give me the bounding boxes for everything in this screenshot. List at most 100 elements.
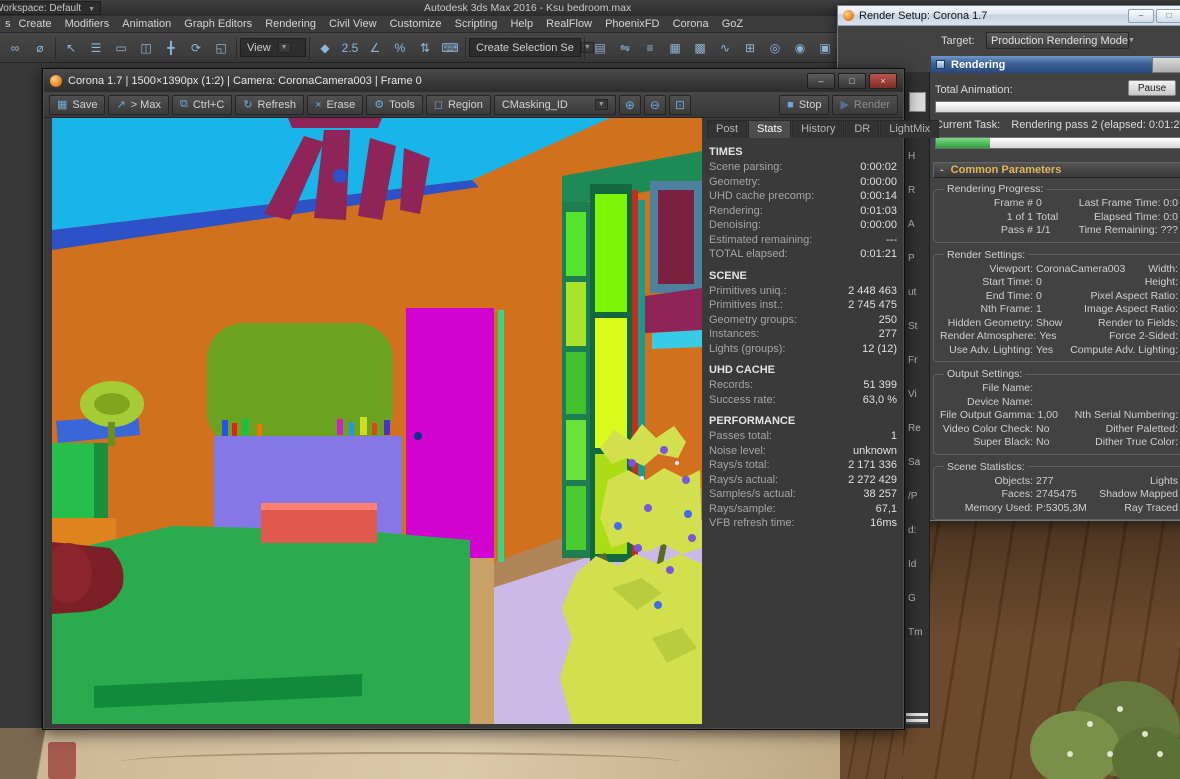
render-setup-titlebar[interactable]: Render Setup: Corona 1.7 – □ — [838, 6, 1180, 26]
minimize-button[interactable]: – — [1128, 8, 1154, 23]
render-button[interactable]: ▶ Render — [832, 94, 898, 115]
clipped-text-fragment: Re — [908, 423, 921, 434]
menu-item[interactable]: Civil View — [324, 18, 381, 30]
select-object-icon[interactable]: ↖ — [59, 36, 83, 60]
to-max-button[interactable]: ↗ > Max — [108, 94, 169, 115]
vfb-tab[interactable]: DR — [845, 120, 880, 138]
desktop: Workspace: Default ▼ Autodesk 3ds Max 201… — [0, 0, 1180, 779]
save-button[interactable]: ▦ Save — [49, 94, 106, 115]
setting-right-label: Height: — [1144, 276, 1178, 288]
stats-row: Rays/sample: 67,1 — [709, 502, 897, 517]
render-button-clipped[interactable] — [1152, 57, 1180, 73]
current-task-label: Current Task: — [935, 119, 1001, 131]
settings-group-title: Render Settings: — [947, 248, 1026, 261]
menu-item[interactable]: PhoenixFD — [600, 18, 664, 30]
material-editor-icon[interactable]: ◎ — [763, 36, 787, 60]
setting-right-label: Last Frame Time: 0:0 — [1078, 197, 1178, 209]
corona-logo-icon — [843, 10, 854, 21]
render-setup-icon[interactable]: ◉ — [788, 36, 812, 60]
minimize-button[interactable]: – — [807, 73, 835, 89]
spinner-snap-icon[interactable]: ⇅ — [413, 36, 437, 60]
zoom-fit-button[interactable]: ⊡ — [668, 94, 691, 115]
vfb-tab[interactable]: Post — [707, 120, 748, 138]
mirror-icon[interactable]: ⇋ — [613, 36, 637, 60]
target-dropdown[interactable]: Production Rendering Mode ▼ — [986, 32, 1135, 49]
select-by-name-icon[interactable]: ☰ — [84, 36, 108, 60]
edit-named-selections-icon[interactable]: ▤ — [588, 36, 612, 60]
total-animation-label: Total Animation: — [935, 84, 1013, 96]
menu-item[interactable]: Scripting — [450, 18, 503, 30]
menu-item[interactable]: Corona — [668, 18, 714, 30]
menu-item[interactable]: Modifiers — [60, 18, 115, 30]
percent-snap-icon[interactable]: % — [388, 36, 412, 60]
keyboard-override-icon[interactable]: ⌨ — [438, 36, 462, 60]
crossing-selection-icon[interactable]: ◫ — [134, 36, 158, 60]
chevron-down-icon: ▼ — [1127, 37, 1135, 44]
rendered-frame-icon[interactable]: ▣ — [813, 36, 837, 60]
viewport-left-edge — [0, 63, 42, 728]
collapse-icon: - — [940, 164, 944, 176]
vfb-titlebar[interactable]: Corona 1.7 | 1500×1390px (1:2) | Camera:… — [44, 70, 903, 92]
align-icon[interactable]: ≡ — [638, 36, 662, 60]
settings-row: Pass # 1/1 Time Remaining: ??? — [940, 224, 1178, 238]
menu-item[interactable]: Rendering — [260, 18, 321, 30]
layer-manager-icon[interactable]: ▦ — [663, 36, 687, 60]
render-channel-dropdown[interactable]: CMasking_ID ▼ — [493, 94, 616, 115]
zoom-out-button[interactable]: ⊖ — [643, 94, 666, 115]
menu-item[interactable]: GoZ — [717, 18, 748, 30]
stat-label: Samples/s actual: — [709, 488, 796, 500]
toolbar-separator — [236, 36, 237, 59]
select-and-rotate-icon[interactable]: ⟳ — [184, 36, 208, 60]
tools-button[interactable]: ⚙ Tools — [366, 94, 423, 115]
chevron-down-icon: ▼ — [88, 6, 96, 13]
render-canvas-image — [44, 118, 702, 725]
menu-item[interactable]: RealFlow — [541, 18, 597, 30]
stat-label: Rays/sample: — [709, 502, 776, 515]
erase-button[interactable]: × Erase — [307, 94, 364, 115]
vfb-tab[interactable]: Stats — [748, 120, 792, 138]
region-button[interactable]: ◻ Region — [425, 94, 491, 115]
refresh-button[interactable]: ↻ Refresh — [235, 94, 305, 115]
menu-item[interactable]: Animation — [117, 18, 176, 30]
maximize-button[interactable]: □ — [1156, 8, 1180, 23]
select-and-link-icon[interactable]: ∞ — [3, 36, 27, 60]
scrollbar-thumb[interactable] — [909, 92, 926, 112]
reference-coordinate-dropdown[interactable]: View ▼ — [240, 38, 306, 57]
render-canvas[interactable] — [44, 118, 702, 725]
close-button[interactable]: × — [869, 73, 897, 89]
rectangular-selection-icon[interactable]: ▭ — [109, 36, 133, 60]
stat-label: Noise level: — [709, 444, 766, 457]
setting-label: Start Time: — [982, 276, 1033, 288]
zoom-in-button[interactable]: ⊕ — [618, 94, 641, 115]
stat-label: Records: — [709, 379, 754, 391]
maximize-button[interactable]: □ — [838, 73, 866, 89]
vfb-toolbar: ▦ Save ↗ > Max ⧉ Ctrl+C ↻ Refresh × Eras… — [44, 92, 903, 118]
menu-item[interactable]: Create — [14, 18, 57, 30]
curve-editor-icon[interactable]: ∿ — [713, 36, 737, 60]
settings-group-title: Output Settings: — [947, 368, 1023, 380]
schematic-view-icon[interactable]: ⊞ — [738, 36, 762, 60]
common-parameters-rollout[interactable]: - Common Parameters — [933, 162, 1180, 178]
copy-button[interactable]: ⧉ Ctrl+C — [171, 94, 233, 115]
cyan-sliver — [652, 330, 702, 349]
named-selection-dropdown[interactable]: Create Selection Se ▼ — [469, 38, 594, 57]
pause-button[interactable]: Pause — [1128, 80, 1176, 96]
select-and-scale-icon[interactable]: ◱ — [209, 36, 233, 60]
stats-row: Geometry: 0:00:00 — [709, 175, 897, 190]
setting-value: 1,00 — [1037, 409, 1058, 421]
menu-item[interactable]: Help — [505, 18, 538, 30]
settings-row: Video Color Check: No Dither Paletted: — [940, 423, 1178, 437]
graphite-ribbon-icon[interactable]: ▩ — [688, 36, 712, 60]
menu-item[interactable]: Customize — [385, 18, 447, 30]
select-and-move-icon[interactable]: ╋ — [159, 36, 183, 60]
unlink-selection-icon[interactable]: ⌀ — [28, 36, 52, 60]
snap-toggle-icon[interactable]: 2.5 — [338, 36, 362, 60]
vfb-tab[interactable]: LightMix — [880, 120, 940, 138]
angle-snap-icon[interactable]: ∠ — [363, 36, 387, 60]
menu-item[interactable]: Graph Editors — [179, 18, 257, 30]
stop-button[interactable]: ■ Stop — [779, 94, 830, 115]
select-and-manipulate-icon[interactable]: ◆ — [313, 36, 337, 60]
workspace-dropdown[interactable]: Workspace: Default ▼ — [0, 1, 102, 15]
vfb-tab[interactable]: History — [792, 120, 845, 138]
stat-value: 0:01:03 — [860, 204, 897, 217]
